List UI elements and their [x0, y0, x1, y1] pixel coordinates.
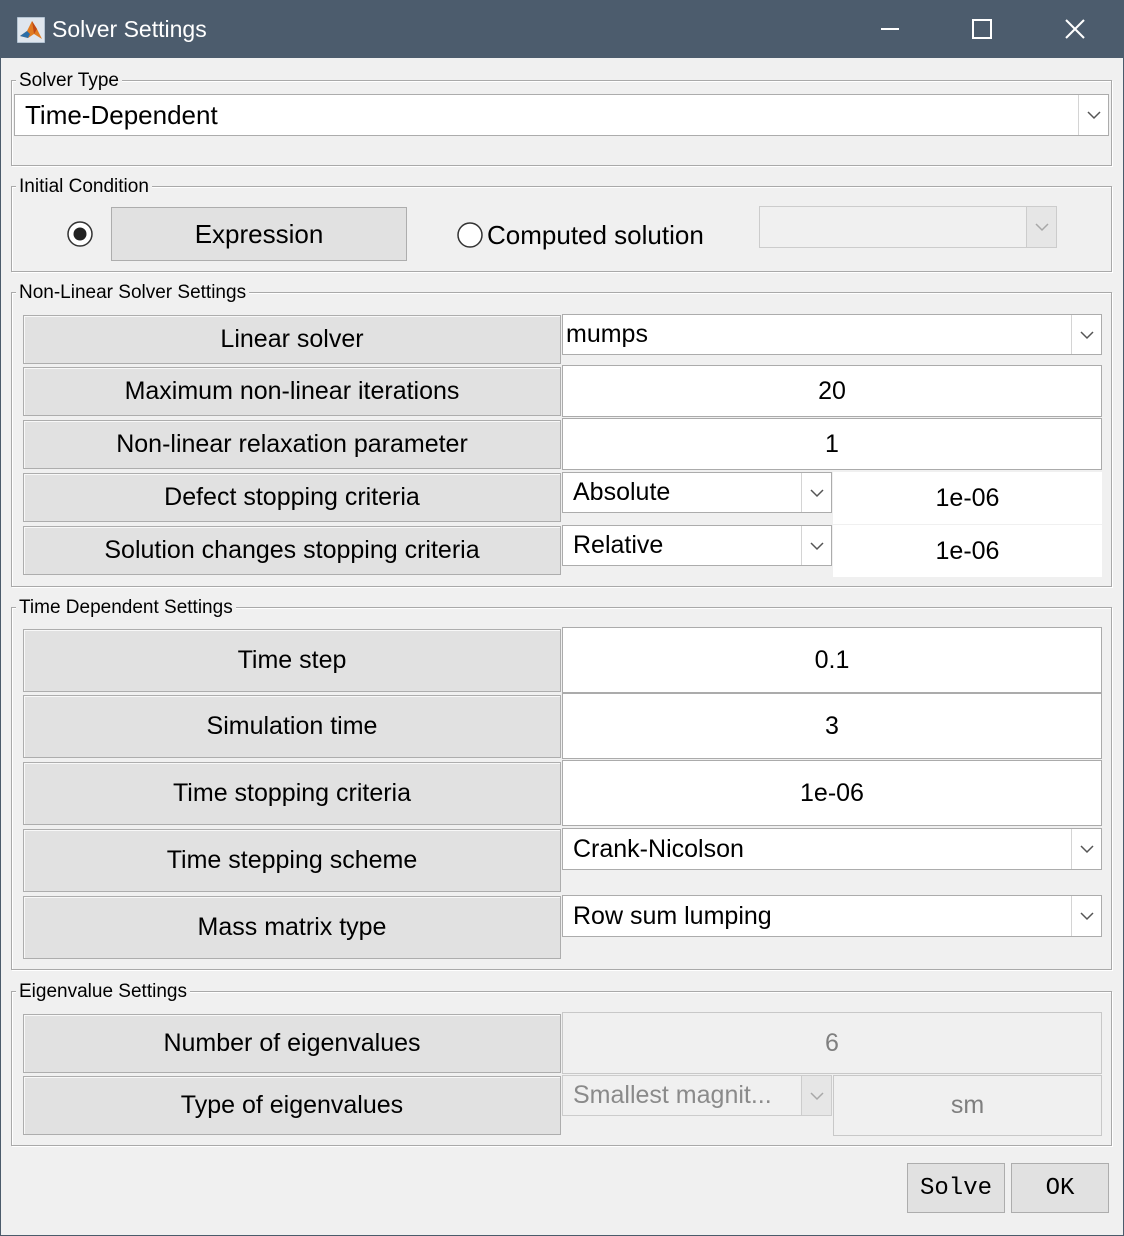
time-stopping-criteria-field[interactable]: 1e-06 [562, 760, 1102, 826]
max-iterations-field[interactable]: 20 [562, 365, 1102, 417]
time-stepping-scheme-label: Time stepping scheme [23, 829, 561, 892]
solution-change-criteria-label: Solution changes stopping criteria [23, 526, 561, 575]
solver-type-dropdown[interactable]: Time-Dependent [14, 94, 1109, 136]
chevron-down-icon [801, 526, 831, 565]
simulation-time-label: Simulation time [23, 695, 561, 758]
relaxation-field[interactable]: 1 [562, 418, 1102, 470]
number-of-eigenvalues-label: Number of eigenvalues [23, 1014, 561, 1073]
time-stepping-scheme-value: Crank-Nicolson [573, 834, 744, 863]
chevron-down-icon [1071, 896, 1101, 936]
minimize-button[interactable] [844, 0, 936, 58]
defect-criteria-label: Defect stopping criteria [23, 473, 561, 522]
max-iterations-label: Maximum non-linear iterations [23, 367, 561, 416]
time-dependent-legend: Time Dependent Settings [16, 597, 236, 619]
maximize-icon [972, 19, 992, 39]
computed-solution-label[interactable]: Computed solution [487, 220, 704, 251]
eigenvalue-legend: Eigenvalue Settings [16, 981, 190, 1003]
linear-solver-value: mumps [566, 320, 648, 348]
mass-matrix-type-dropdown[interactable]: Row sum lumping [562, 895, 1102, 937]
close-button[interactable] [1028, 0, 1120, 58]
time-step-label: Time step [23, 629, 561, 692]
radio-dot-icon [73, 227, 87, 241]
type-of-eigenvalues-label: Type of eigenvalues [23, 1076, 561, 1135]
linear-solver-label: Linear solver [23, 315, 561, 364]
matlab-app-icon [17, 17, 45, 43]
time-stepping-scheme-dropdown[interactable]: Crank-Nicolson [562, 828, 1102, 870]
type-of-eigenvalues-value: Smallest magnit... [573, 1081, 772, 1109]
chevron-down-icon [1078, 95, 1108, 135]
ok-button[interactable]: OK [1011, 1163, 1109, 1213]
close-icon [1065, 19, 1085, 39]
solution-change-mode-value: Relative [573, 531, 664, 559]
number-of-eigenvalues-field: 6 [562, 1012, 1102, 1074]
linear-solver-dropdown[interactable]: mumps [562, 314, 1102, 355]
solver-type-value: Time-Dependent [25, 99, 218, 130]
expression-button[interactable]: Expression [111, 207, 407, 261]
nonlinear-legend: Non-Linear Solver Settings [16, 282, 250, 304]
solution-change-mode-dropdown[interactable]: Relative [562, 525, 832, 566]
chevron-down-icon [1026, 207, 1056, 247]
defect-mode-value: Absolute [573, 478, 671, 506]
computed-solution-dropdown [759, 206, 1057, 248]
title-bar: Solver Settings [0, 0, 1124, 58]
relaxation-label: Non-linear relaxation parameter [23, 420, 561, 469]
defect-value-field[interactable]: 1e-06 [833, 472, 1102, 524]
expression-radio[interactable] [66, 220, 94, 248]
chevron-down-icon [801, 473, 831, 512]
type-of-eigenvalues-dropdown: Smallest magnit... [562, 1075, 832, 1116]
chevron-down-icon [1071, 829, 1101, 869]
solver-type-legend: Solver Type [16, 70, 122, 92]
computed-solution-radio[interactable] [456, 221, 484, 249]
solution-change-value-field[interactable]: 1e-06 [833, 525, 1102, 577]
maximize-button[interactable] [936, 0, 1028, 58]
mass-matrix-type-label: Mass matrix type [23, 896, 561, 959]
initial-condition-legend: Initial Condition [16, 176, 152, 198]
chevron-down-icon [1071, 315, 1101, 354]
window-title: Solver Settings [52, 16, 207, 42]
minimize-icon [881, 28, 899, 30]
chevron-down-icon [801, 1076, 831, 1115]
time-step-field[interactable]: 0.1 [562, 627, 1102, 693]
simulation-time-field[interactable]: 3 [562, 693, 1102, 759]
defect-mode-dropdown[interactable]: Absolute [562, 472, 832, 513]
solve-button[interactable]: Solve [907, 1163, 1005, 1213]
time-stopping-criteria-label: Time stopping criteria [23, 762, 561, 825]
mass-matrix-type-value: Row sum lumping [573, 901, 772, 930]
type-of-eigenvalues-code-field: sm [833, 1075, 1102, 1136]
